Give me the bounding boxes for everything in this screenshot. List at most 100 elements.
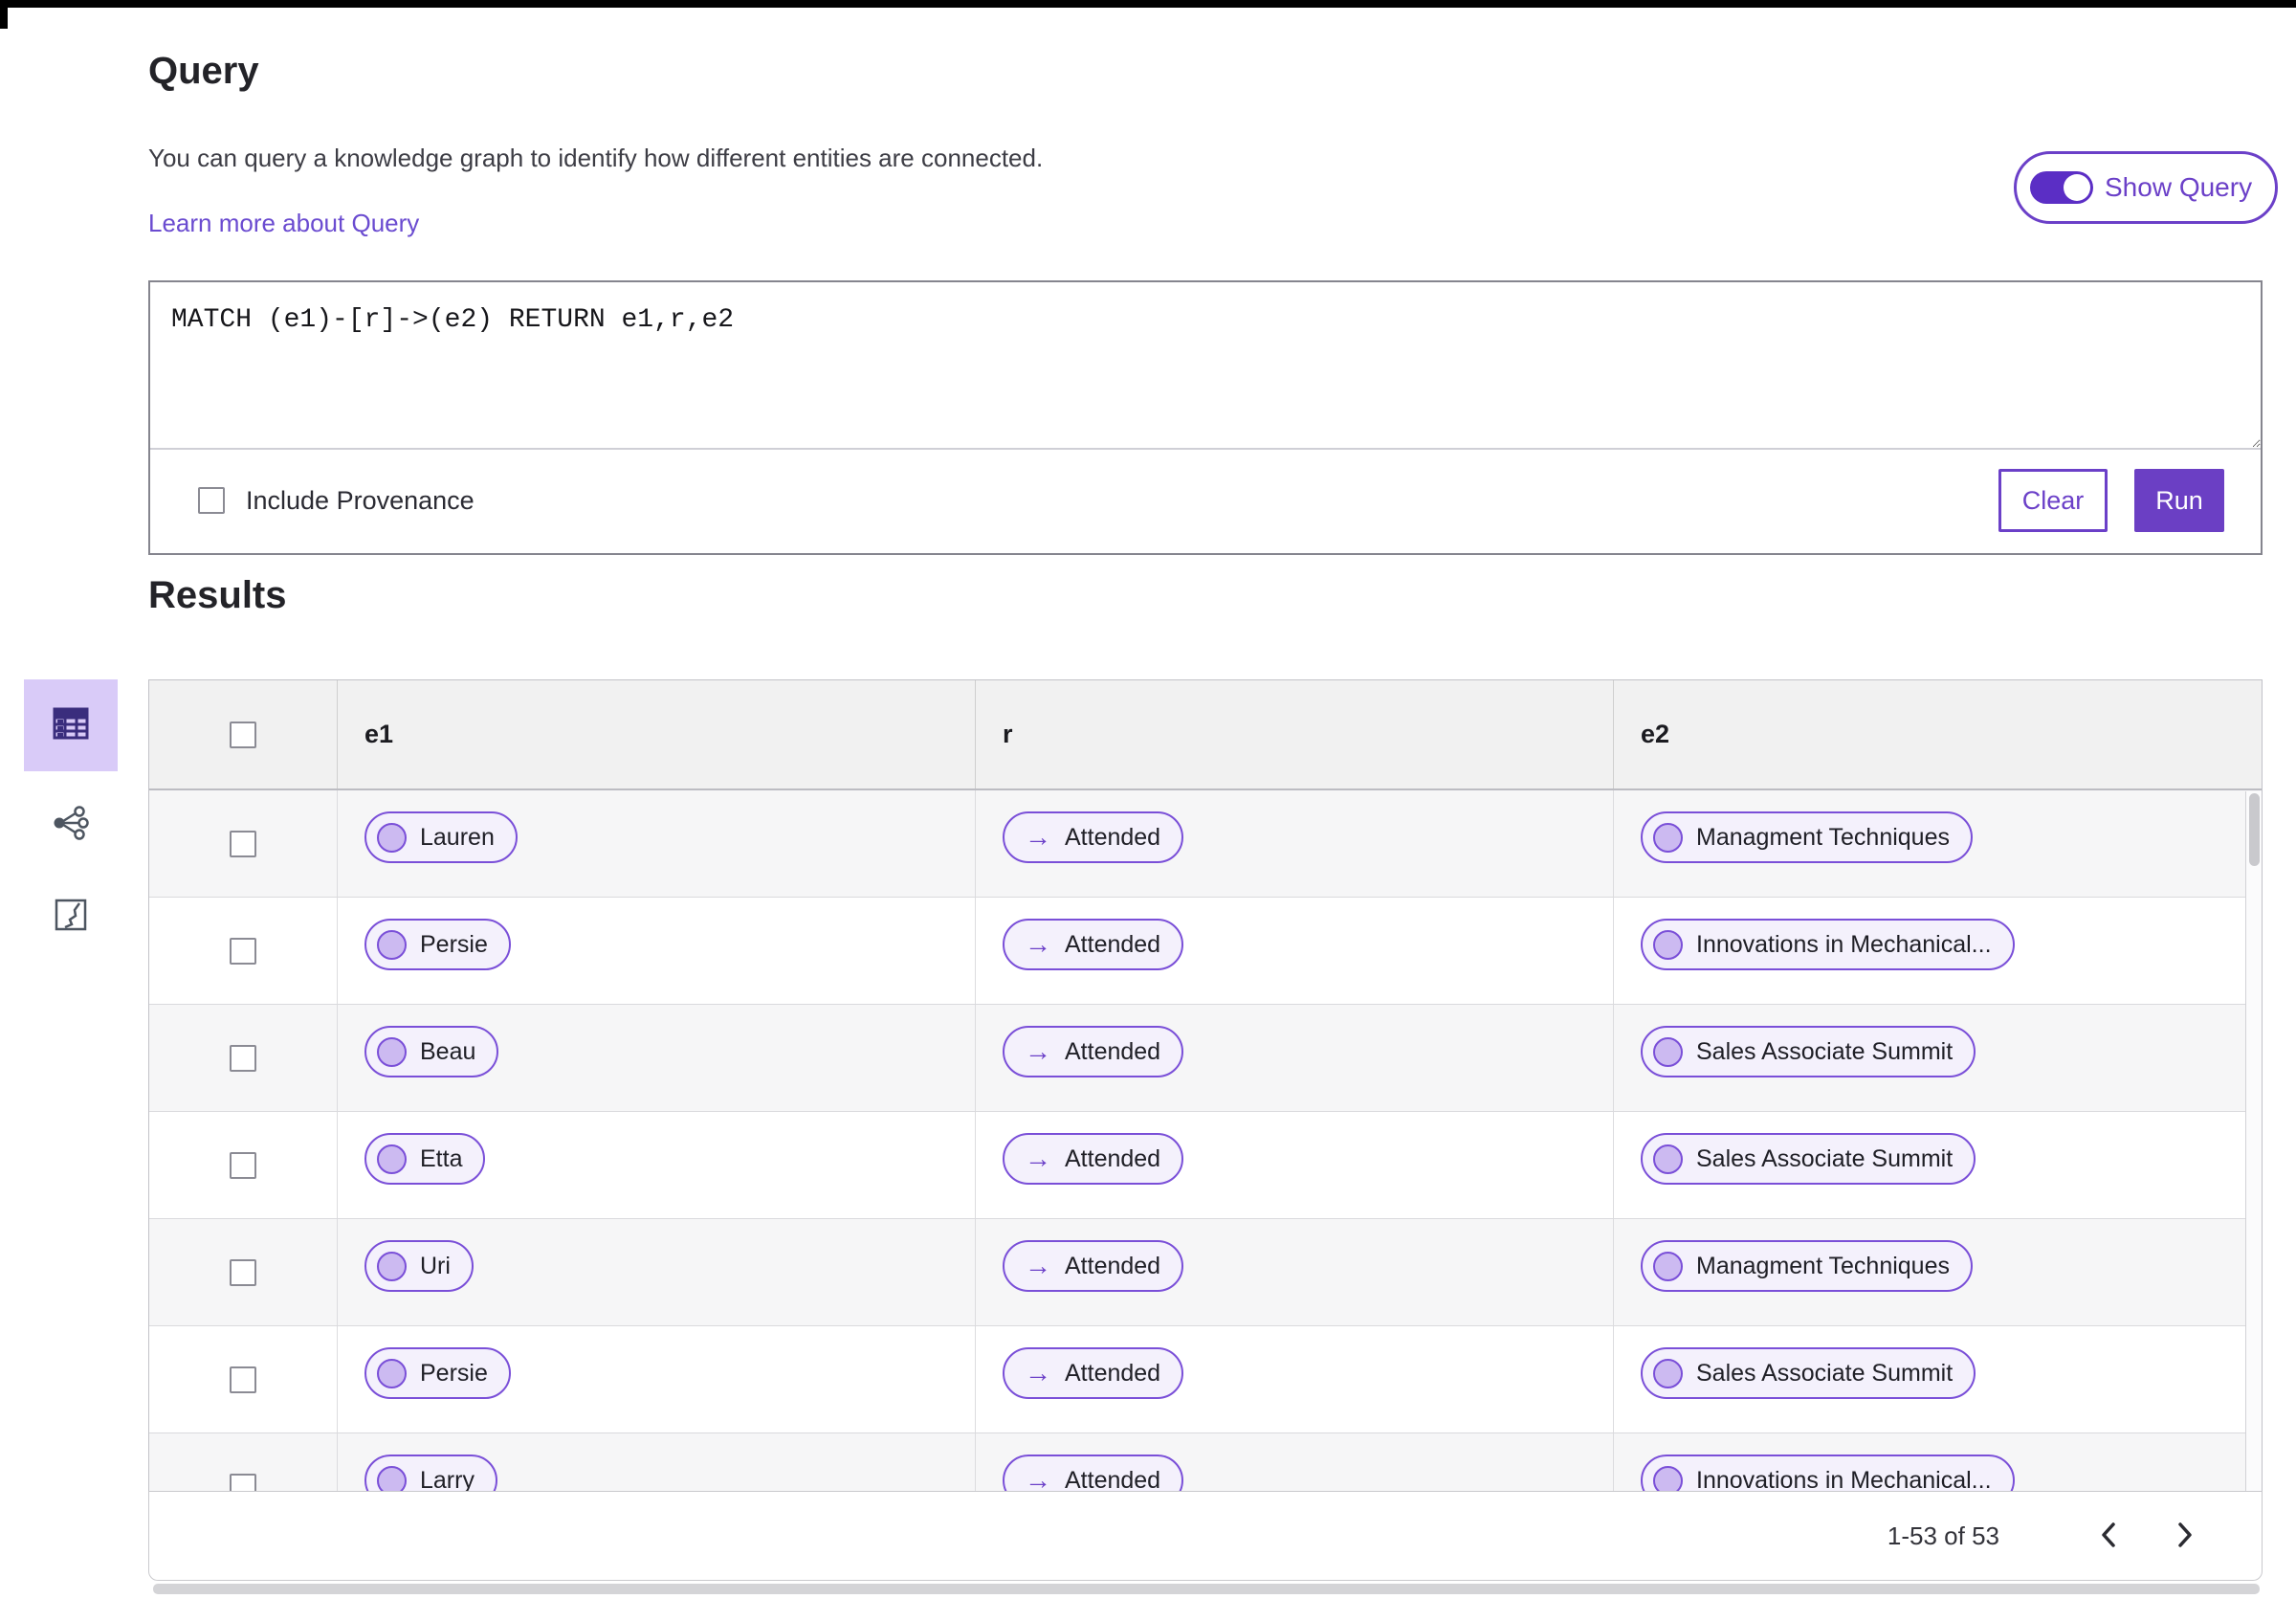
run-button[interactable]: Run xyxy=(2134,469,2224,532)
chevron-right-icon xyxy=(2175,1521,2196,1552)
arrow-right-icon: → xyxy=(1025,1036,1051,1066)
entity-label: Persie xyxy=(420,930,488,958)
entity-node-icon xyxy=(377,1144,407,1174)
entity-node-icon xyxy=(1653,929,1683,960)
entity-label: Persie xyxy=(420,1359,488,1387)
entity-label: Managment Techniques xyxy=(1696,1252,1950,1279)
relation-pill[interactable]: → Attended xyxy=(1003,811,1184,863)
row-checkbox[interactable] xyxy=(230,1151,256,1179)
map-view-icon xyxy=(54,898,88,937)
table-row: Persie → Attended Innovations in Mechanic… xyxy=(149,898,2262,1005)
query-panel: MATCH (e1)-[r]->(e2) RETURN e1,r,e2 Incl… xyxy=(148,280,2263,555)
graph-view-button[interactable] xyxy=(50,804,92,846)
toggle-switch-icon xyxy=(2030,171,2093,204)
horizontal-scrollbar-thumb[interactable] xyxy=(153,1584,2260,1594)
prev-page-button[interactable] xyxy=(2087,1515,2130,1557)
column-header-e2: e2 xyxy=(1613,680,2262,788)
entity-node-icon xyxy=(377,1036,407,1067)
entity-node-icon xyxy=(1653,1465,1683,1491)
relation-pill[interactable]: → Attended xyxy=(1003,919,1184,970)
vertical-scrollbar[interactable] xyxy=(2245,791,2262,1491)
relation-label: Attended xyxy=(1065,930,1161,958)
entity-label: Larry xyxy=(420,1466,475,1492)
arrow-right-icon: → xyxy=(1025,929,1051,959)
entity-node-icon xyxy=(377,822,407,853)
row-checkbox[interactable] xyxy=(230,1044,256,1072)
entity-label: Etta xyxy=(420,1144,463,1172)
entity-label: Innovations in Mechanical... xyxy=(1696,930,1992,958)
pagination-range-label: 1-53 of 53 xyxy=(1887,1521,1999,1550)
table-header-row: e1 r e2 xyxy=(149,680,2262,790)
graph-view-icon xyxy=(53,805,89,845)
table-row: Uri → Attended Managment Techniques xyxy=(149,1219,2262,1326)
page-description: You can query a knowledge graph to ident… xyxy=(148,144,1044,172)
row-checkbox[interactable] xyxy=(230,1258,256,1286)
include-provenance-checkbox[interactable] xyxy=(198,487,225,514)
table-row: Lauren → Attended Managment Techniques xyxy=(149,790,2262,898)
entity-node-icon xyxy=(1653,822,1683,853)
entity-pill[interactable]: Lauren xyxy=(364,811,518,863)
query-toolbar: Include Provenance Clear Run xyxy=(150,450,2261,551)
learn-more-link[interactable]: Learn more about Query xyxy=(148,209,419,238)
clear-button[interactable]: Clear xyxy=(1998,469,2108,532)
vertical-scrollbar-thumb[interactable] xyxy=(2249,793,2260,866)
row-checkbox[interactable] xyxy=(230,830,256,857)
entity-pill[interactable]: Persie xyxy=(364,1347,511,1399)
relation-pill[interactable]: → Attended xyxy=(1003,1347,1184,1399)
relation-label: Attended xyxy=(1065,1037,1161,1065)
page-title: Query xyxy=(148,50,259,92)
relation-label: Attended xyxy=(1065,1252,1161,1279)
relation-pill[interactable]: → Attended xyxy=(1003,1133,1184,1185)
window-top-edge xyxy=(8,0,2296,8)
arrow-right-icon: → xyxy=(1025,1358,1051,1388)
column-header-r: r xyxy=(975,680,1613,788)
row-checkbox[interactable] xyxy=(230,937,256,965)
relation-pill[interactable]: → Attended xyxy=(1003,1455,1184,1492)
relation-label: Attended xyxy=(1065,1359,1161,1387)
entity-pill[interactable]: Managment Techniques xyxy=(1641,1240,1973,1292)
entity-pill[interactable]: Innovations in Mechanical... xyxy=(1641,1455,2015,1491)
relation-label: Attended xyxy=(1065,1144,1161,1172)
table-view-icon xyxy=(53,707,89,744)
entity-node-icon xyxy=(1653,1144,1683,1174)
next-page-button[interactable] xyxy=(2164,1515,2206,1557)
entity-label: Sales Associate Summit xyxy=(1696,1359,1954,1387)
window-left-edge xyxy=(0,0,8,29)
show-query-toggle[interactable]: Show Query xyxy=(2014,151,2279,224)
results-heading: Results xyxy=(148,574,287,616)
relation-pill[interactable]: → Attended xyxy=(1003,1026,1184,1077)
relation-pill[interactable]: → Attended xyxy=(1003,1240,1184,1292)
entity-label: Sales Associate Summit xyxy=(1696,1037,1954,1065)
table-view-button[interactable] xyxy=(24,679,118,771)
row-checkbox[interactable] xyxy=(230,1473,256,1491)
relation-label: Attended xyxy=(1065,823,1161,851)
show-query-label: Show Query xyxy=(2105,172,2253,202)
arrow-right-icon: → xyxy=(1025,1144,1051,1173)
entity-label: Lauren xyxy=(420,823,495,851)
entity-node-icon xyxy=(377,1251,407,1281)
entity-node-icon xyxy=(1653,1358,1683,1388)
entity-pill[interactable]: Etta xyxy=(364,1133,486,1185)
table-row: Beau → Attended Sales Associate Summit xyxy=(149,1005,2262,1112)
entity-pill[interactable]: Sales Associate Summit xyxy=(1641,1347,1976,1399)
row-checkbox[interactable] xyxy=(230,1366,256,1393)
entity-pill[interactable]: Beau xyxy=(364,1026,499,1077)
relation-label: Attended xyxy=(1065,1466,1161,1492)
select-all-checkbox[interactable] xyxy=(230,721,256,748)
entity-node-icon xyxy=(1653,1036,1683,1067)
column-header-e1: e1 xyxy=(337,680,975,788)
entity-node-icon xyxy=(377,1358,407,1388)
entity-pill[interactable]: Sales Associate Summit xyxy=(1641,1133,1976,1185)
entity-pill[interactable]: Persie xyxy=(364,919,511,970)
entity-pill[interactable]: Innovations in Mechanical... xyxy=(1641,919,2015,970)
entity-label: Managment Techniques xyxy=(1696,823,1950,851)
query-editor[interactable]: MATCH (e1)-[r]->(e2) RETURN e1,r,e2 xyxy=(150,282,2261,450)
map-view-button[interactable] xyxy=(50,896,92,938)
entity-label: Beau xyxy=(420,1037,476,1065)
entity-pill[interactable]: Sales Associate Summit xyxy=(1641,1026,1976,1077)
entity-pill[interactable]: Larry xyxy=(364,1455,497,1491)
entity-label: Innovations in Mechanical... xyxy=(1696,1466,1992,1492)
entity-pill[interactable]: Uri xyxy=(364,1240,474,1292)
table-row: Etta → Attended Sales Associate Summit xyxy=(149,1112,2262,1219)
entity-pill[interactable]: Managment Techniques xyxy=(1641,811,1973,863)
